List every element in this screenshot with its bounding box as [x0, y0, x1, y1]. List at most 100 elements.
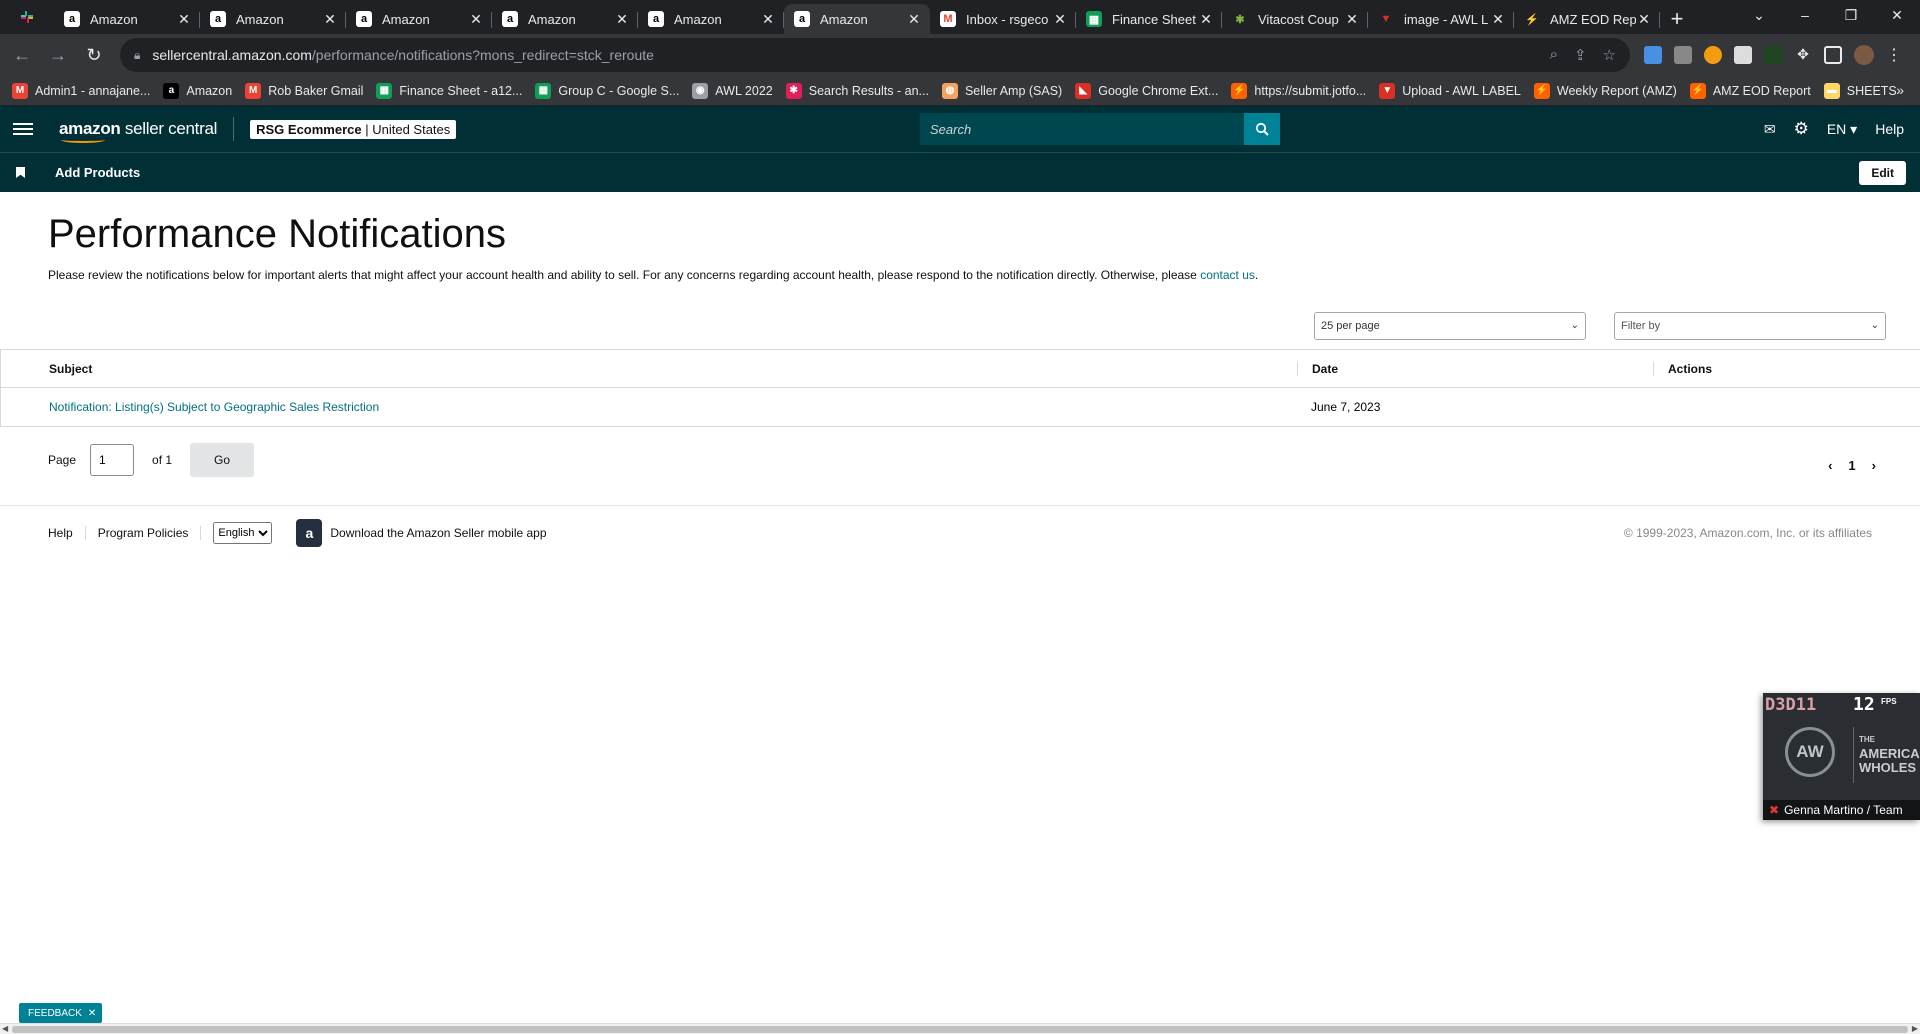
- bookmark-item[interactable]: ⚡ Weekly Report (AMZ): [1533, 82, 1677, 99]
- bookmark-item[interactable]: ▦ Finance Sheet - a12...: [376, 82, 522, 99]
- bookmark-item[interactable]: ▦ Group C - Google S...: [535, 82, 679, 99]
- browser-tab[interactable]: M Inbox - rsgeco ✕: [930, 4, 1076, 34]
- bookmark-star-icon[interactable]: ☆: [1603, 46, 1616, 64]
- contact-us-link[interactable]: contact us: [1200, 268, 1255, 282]
- mail-icon[interactable]: ✉: [1764, 121, 1776, 138]
- restore-button[interactable]: ❐: [1828, 0, 1874, 30]
- aw-logo: AW: [1785, 727, 1835, 777]
- browser-tab[interactable]: a Amazon ✕: [638, 4, 784, 34]
- back-button[interactable]: ←: [8, 41, 36, 69]
- close-tab-icon[interactable]: ✕: [1490, 11, 1506, 28]
- bookmark-item[interactable]: M Admin1 - annajane...: [12, 82, 150, 99]
- tab-search-icon[interactable]: ⌄: [1736, 0, 1782, 30]
- forward-button[interactable]: →: [44, 41, 72, 69]
- footer-help-link[interactable]: Help: [48, 525, 86, 540]
- close-tab-icon[interactable]: ✕: [322, 11, 338, 28]
- page-number-input[interactable]: [90, 444, 135, 476]
- bookmarks-overflow-icon[interactable]: »: [1896, 82, 1904, 98]
- scroll-left-icon[interactable]: ◀: [2, 1024, 8, 1033]
- language-selector[interactable]: EN ▾: [1827, 121, 1857, 138]
- previous-page-icon[interactable]: ‹: [1828, 458, 1832, 473]
- next-page-icon[interactable]: ›: [1872, 458, 1876, 473]
- bookmark-item[interactable]: ◣ Google Chrome Ext...: [1075, 82, 1218, 99]
- side-panel-icon[interactable]: [1824, 46, 1842, 64]
- profile-avatar[interactable]: [1854, 45, 1874, 65]
- close-window-button[interactable]: ✕: [1874, 0, 1920, 30]
- close-icon[interactable]: ✕: [88, 1008, 96, 1019]
- search-input[interactable]: Search: [920, 122, 1244, 137]
- reload-button[interactable]: ↻: [80, 41, 108, 69]
- bookmark-item[interactable]: M Rob Baker Gmail: [245, 82, 363, 99]
- browser-tab[interactable]: a Amazon ✕: [200, 4, 346, 34]
- jotform-icon: ⚡: [1689, 82, 1706, 99]
- close-tab-icon[interactable]: ✕: [906, 11, 922, 28]
- close-tab-icon[interactable]: ✕: [1636, 11, 1652, 28]
- close-tab-icon[interactable]: ✕: [468, 11, 484, 28]
- address-bar[interactable]: 🔒︎ sellercentral.amazon.com/performance/…: [120, 38, 1630, 72]
- per-page-select[interactable]: 25 per page ⌄: [1314, 312, 1586, 340]
- extension-icon[interactable]: [1704, 46, 1722, 64]
- horizontal-scrollbar[interactable]: ◀ ▶: [0, 1023, 1920, 1034]
- tab-title: Amazon: [674, 11, 722, 27]
- browser-tab[interactable]: a Amazon ✕: [346, 4, 492, 34]
- settings-gear-icon[interactable]: ⚙: [1794, 119, 1809, 139]
- notification-link[interactable]: Notification: Listing(s) Subject to Geog…: [49, 400, 379, 414]
- account-switcher[interactable]: RSG Ecommerce | United States: [250, 119, 457, 139]
- bookmark-item[interactable]: ⚡ AMZ EOD Report: [1689, 82, 1811, 99]
- share-icon[interactable]: ⇪: [1574, 46, 1587, 64]
- close-tab-icon[interactable]: ✕: [1198, 11, 1214, 28]
- amazon-app-icon[interactable]: a: [296, 518, 323, 547]
- bookmark-item[interactable]: a Amazon: [163, 82, 232, 99]
- bookmark-item[interactable]: ▼ Upload - AWL LABEL: [1379, 82, 1521, 99]
- new-tab-button[interactable]: +: [1660, 4, 1694, 34]
- extensions-puzzle-icon[interactable]: ✥: [1794, 46, 1812, 64]
- close-tab-icon[interactable]: ✕: [176, 11, 192, 28]
- extension-off-icon[interactable]: [1674, 46, 1692, 64]
- search-button[interactable]: [1244, 113, 1280, 145]
- close-tab-icon[interactable]: ✕: [760, 11, 776, 28]
- download-app-link[interactable]: Download the Amazon Seller mobile app: [330, 526, 546, 540]
- lock-icon[interactable]: 🔒︎: [134, 48, 140, 63]
- column-header-subject[interactable]: Subject: [1, 362, 1297, 376]
- column-header-date[interactable]: Date: [1297, 361, 1653, 376]
- seller-central-logo[interactable]: amazon seller central: [59, 119, 217, 143]
- feedback-button[interactable]: FEEDBACK ✕: [19, 1003, 103, 1023]
- go-button[interactable]: Go: [190, 443, 255, 477]
- hamburger-menu-icon[interactable]: [13, 123, 33, 135]
- chrome-menu-icon[interactable]: ⋮: [1886, 45, 1902, 65]
- bookmark-item[interactable]: ✱ Search Results - an...: [785, 82, 929, 99]
- language-dropdown[interactable]: English: [213, 521, 273, 544]
- extension-icon[interactable]: [1764, 46, 1782, 64]
- browser-tab[interactable]: ▼ image - AWL L ✕: [1368, 4, 1514, 34]
- edit-button[interactable]: Edit: [1859, 161, 1906, 185]
- bookmark-item[interactable]: ⚡ https://submit.jotfo...: [1231, 82, 1366, 99]
- bookmark-item[interactable]: ▬ SHEETS: [1823, 82, 1897, 99]
- close-tab-icon[interactable]: ✕: [1344, 11, 1360, 28]
- scroll-right-icon[interactable]: ▶: [1912, 1024, 1918, 1033]
- browser-tab[interactable]: a Amazon ✕: [54, 4, 200, 34]
- page-footer: Help Program Policies English a Download…: [0, 505, 1920, 559]
- scrollbar-thumb[interactable]: [12, 1026, 1908, 1033]
- zoom-icon[interactable]: ⌕: [1550, 46, 1558, 64]
- extension-icon[interactable]: [1644, 46, 1662, 64]
- program-policies-link[interactable]: Program Policies: [98, 525, 202, 540]
- seller-search-box[interactable]: Search: [920, 113, 1280, 145]
- browser-tab[interactable]: a Amazon ✕: [492, 4, 638, 34]
- video-call-overlay[interactable]: D3D11 12 FPS AW THE AMERICA WHOLES ✖ Genn…: [1763, 693, 1920, 820]
- minimize-button[interactable]: –: [1782, 0, 1828, 30]
- bookmark-item[interactable]: ◍ Seller Amp (SAS): [941, 82, 1062, 99]
- bookmark-item[interactable]: ◉ AWL 2022: [692, 82, 773, 99]
- slack-icon: ✱: [785, 82, 802, 99]
- help-link[interactable]: Help: [1875, 121, 1904, 137]
- browser-tab[interactable]: ⚡ AMZ EOD Rep ✕: [1514, 4, 1660, 34]
- current-page-number[interactable]: 1: [1848, 458, 1855, 473]
- close-tab-icon[interactable]: ✕: [614, 11, 630, 28]
- close-tab-icon[interactable]: ✕: [1052, 11, 1068, 28]
- browser-tab[interactable]: a Amazon ✕: [784, 4, 930, 34]
- extension-icon[interactable]: [1734, 46, 1752, 64]
- browser-tab[interactable]: ▦ Finance Sheet ✕: [1076, 4, 1222, 34]
- browser-tab[interactable]: ✱ Vitacost Coup ✕: [1222, 4, 1368, 34]
- add-products-link[interactable]: Add Products: [55, 165, 140, 180]
- filter-select[interactable]: Filter by ⌄: [1614, 312, 1886, 340]
- slack-workspace-icon[interactable]: [0, 0, 54, 34]
